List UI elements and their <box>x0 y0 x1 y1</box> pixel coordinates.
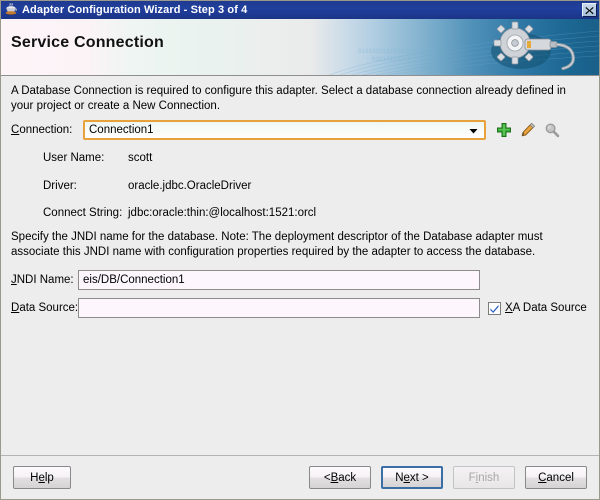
detail-key: Driver: <box>43 180 77 192</box>
detail-value: oracle.jdbc.OracleDriver <box>128 180 252 192</box>
detail-value: scott <box>128 152 153 164</box>
back-button[interactable]: < Back <box>309 466 371 489</box>
intro-description: A Database Connection is required to con… <box>11 85 566 112</box>
jndi-name-input-value: eis/DB/Connection1 <box>83 274 185 286</box>
detail-key: Connect String: <box>43 207 123 219</box>
page-title: Service Connection <box>11 34 164 51</box>
cancel-button[interactable]: Cancel <box>525 466 587 489</box>
window-titlebar: Adapter Configuration Wizard - Step 3 of… <box>1 1 599 19</box>
data-source-label: Data Source: <box>11 302 79 314</box>
plus-icon <box>497 123 511 137</box>
svg-text:0101010101010101010101: 0101010101010101010101 <box>358 48 437 55</box>
gear-connector-icon <box>491 21 575 71</box>
edit-connection-button[interactable] <box>519 121 537 139</box>
connection-combobox-value: Connection1 <box>89 124 154 136</box>
jndi-name-label: JNDI Name: <box>11 274 74 286</box>
wizard-button-bar: He lp < Back Ne xt > Fi nish Cancel <box>1 455 599 499</box>
svg-text:01010101010: 01010101010 <box>372 56 412 63</box>
wizard-banner: 0101010101010101010101 01010101010 Servi… <box>1 19 599 76</box>
magnifier-icon <box>545 123 560 138</box>
pencil-icon <box>521 122 535 137</box>
jndi-name-input[interactable]: eis/DB/Connection1 <box>78 270 480 290</box>
chevron-down-icon <box>469 128 478 133</box>
adapter-configuration-wizard-window: Adapter Configuration Wizard - Step 3 of… <box>0 0 600 500</box>
data-source-input[interactable] <box>78 298 480 318</box>
help-button[interactable]: He lp <box>13 466 71 489</box>
xa-data-source-label: XA Data Source <box>505 302 587 314</box>
connection-combobox[interactable]: Connection1 <box>83 120 486 140</box>
detail-row-user-name: User Name: scott <box>43 152 152 164</box>
detail-value: jdbc:oracle:thin:@localhost:1521:orcl <box>128 207 317 219</box>
next-button[interactable]: Ne xt > <box>381 466 443 489</box>
search-connection-button <box>543 121 561 139</box>
checkmark-icon <box>490 304 499 313</box>
java-cup-icon <box>4 3 18 17</box>
connection-row: Connection: Connection1 <box>11 120 561 140</box>
detail-row-driver: Driver: oracle.jdbc.OracleDriver <box>43 180 251 192</box>
detail-row-connect-string: Connect String: jdbc:oracle:thin:@localh… <box>43 207 316 219</box>
detail-key: User Name: <box>43 152 105 164</box>
checkbox-box <box>488 301 501 315</box>
jndi-note: Specify the JNDI name for the database. … <box>11 231 543 258</box>
connection-label: Connection: <box>11 124 73 136</box>
add-connection-button[interactable] <box>495 121 513 139</box>
xa-data-source-checkbox[interactable]: XA Data Source <box>488 301 587 315</box>
data-source-row: Data Source: XA Data Source <box>11 298 587 318</box>
jndi-name-row: JNDI Name: eis/DB/Connection1 <box>11 270 480 290</box>
close-icon[interactable] <box>582 3 597 17</box>
wizard-content-panel: A Database Connection is required to con… <box>1 76 599 455</box>
finish-button: Fi nish <box>453 466 515 489</box>
window-title: Adapter Configuration Wizard - Step 3 of… <box>22 4 248 16</box>
